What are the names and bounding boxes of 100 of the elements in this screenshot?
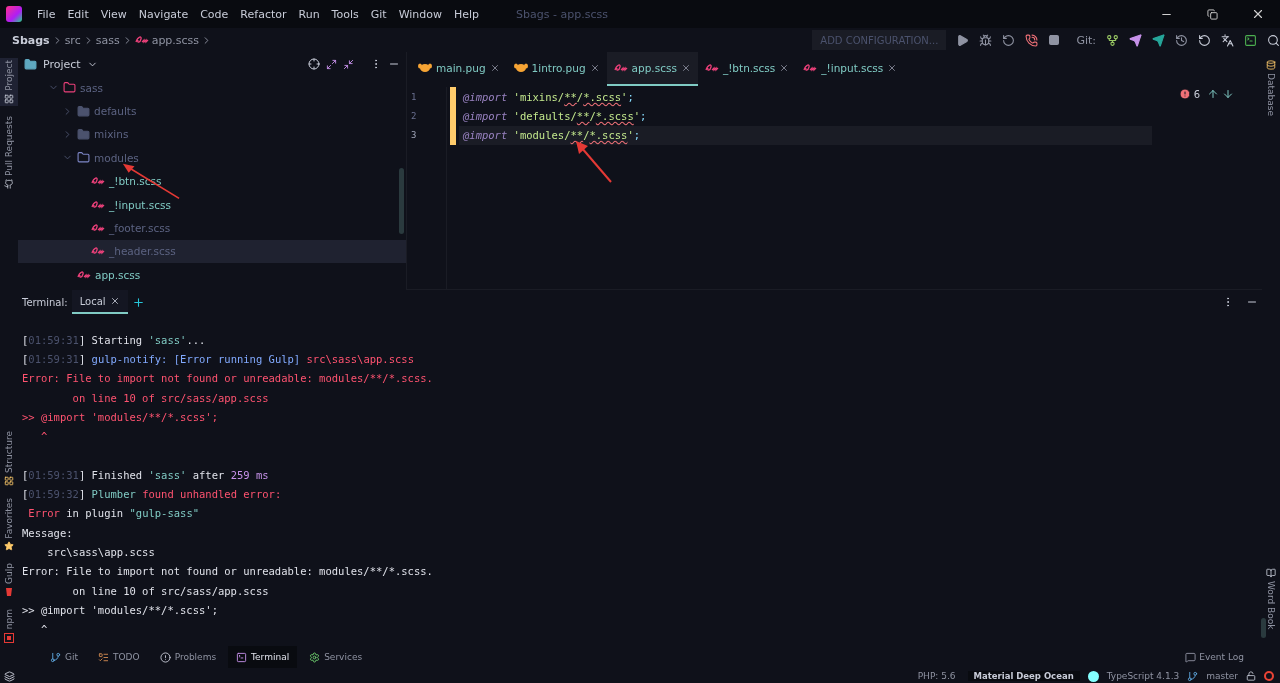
tool-window-button[interactable]: Project (0, 58, 18, 106)
tool-tab[interactable]: Problems (151, 646, 225, 668)
phone-icon[interactable] (1025, 33, 1039, 47)
editor-tab[interactable]: app.scss (606, 52, 698, 86)
event-log-link[interactable]: Event Log (1199, 652, 1244, 662)
menu-item[interactable]: File (32, 7, 61, 21)
code-line: @import 'defaults/**/*.scss'; (462, 108, 648, 124)
menu-item[interactable]: Code (195, 7, 234, 21)
expand-icon[interactable] (326, 58, 337, 70)
close-icon[interactable] (1251, 7, 1265, 21)
session-tab[interactable]: Local (71, 290, 128, 314)
unlock-icon[interactable] (1246, 671, 1256, 681)
terminal-line: src\sass\app.scss (46, 544, 156, 560)
file-name: _header.scss (109, 245, 176, 258)
editor-tab[interactable]: _!input.scss (796, 52, 905, 86)
file-name: modules (94, 151, 139, 164)
send-icon[interactable] (1152, 33, 1165, 47)
sass-icon (134, 35, 149, 45)
gear-icon (309, 651, 321, 663)
error-icon[interactable] (1178, 88, 1191, 100)
breadcrumb[interactable]: sass (95, 33, 120, 47)
menu-item[interactable]: Edit (62, 7, 94, 21)
sass-icon (803, 63, 818, 73)
tool-tab[interactable]: TODO (90, 646, 148, 668)
sass-icon (613, 63, 628, 73)
tool-tab[interactable]: Services (301, 646, 371, 668)
tool-tab[interactable]: Git (42, 646, 86, 668)
file-name: _footer.scss (109, 222, 171, 235)
tool-window-button[interactable]: Database (1262, 58, 1280, 118)
collapse-icon[interactable] (343, 58, 354, 70)
history-icon[interactable] (1175, 33, 1188, 47)
menu-item[interactable]: Refactor (235, 7, 292, 21)
menu-item[interactable]: Window (393, 7, 447, 21)
structure-icon (4, 475, 14, 486)
terminal-icon (236, 651, 248, 663)
down-arrow-icon[interactable] (1222, 88, 1234, 100)
breadcrumb[interactable]: src (64, 33, 81, 47)
menu-item[interactable]: View (95, 7, 132, 21)
typescript-version[interactable]: TypeScript 4.1.3 (1106, 671, 1180, 681)
terminal-icon[interactable] (1244, 33, 1257, 47)
editor-tab[interactable]: 1intro.pug (506, 52, 607, 86)
rollback-icon[interactable] (1198, 33, 1211, 47)
terminal-line: Error in plugin "gulp-sass" (27, 506, 201, 522)
tool-tab[interactable]: Terminal (228, 646, 298, 668)
tool-window-button[interactable]: Structure (0, 428, 18, 488)
scrollbar[interactable] (399, 168, 404, 234)
fork-icon[interactable] (1106, 33, 1119, 47)
tool-window-button[interactable]: Word Book (1262, 565, 1280, 632)
error-count[interactable]: 6 (1193, 88, 1200, 100)
terminal-line: Error: File to import not found or unreadable: modules/**/*.scss. (22, 564, 434, 580)
tool-window-button[interactable]: Pull Requests (0, 113, 18, 191)
tool-window-button[interactable]: Gulp (0, 561, 18, 600)
google-icon (1264, 671, 1274, 681)
npm-icon (4, 632, 14, 643)
cup-icon (5, 587, 13, 598)
close-icon[interactable] (109, 296, 120, 306)
editor-tab[interactable]: main.pug (411, 52, 507, 86)
bug-icon[interactable] (979, 33, 993, 47)
panel-title[interactable]: Project (43, 57, 81, 71)
add-icon[interactable] (131, 295, 145, 309)
menu-item[interactable]: Navigate (133, 7, 194, 21)
editor-tab[interactable]: _!btn.scss (697, 52, 797, 86)
breadcrumb[interactable]: app.scss (151, 33, 200, 47)
menu-item[interactable]: Git (365, 7, 392, 21)
menu-item[interactable]: Tools (326, 7, 364, 21)
send-icon[interactable] (1129, 33, 1142, 47)
tool-window-button[interactable]: npm (0, 607, 18, 645)
line-number: 2 (410, 109, 418, 123)
locate-icon[interactable] (308, 58, 320, 70)
php-version[interactable]: PHP: 5.6 (917, 671, 956, 681)
terminal-line: on line 10 of src/sass/app.scss (71, 390, 270, 406)
code-line: @import 'mixins/**/*.scss'; (462, 89, 635, 105)
branch-name[interactable]: master (1206, 671, 1238, 681)
file-name: mixins (94, 128, 129, 141)
dog-icon (418, 63, 432, 73)
menu-item[interactable]: Help (449, 7, 485, 21)
tool-window-button[interactable]: Favorites (0, 495, 18, 554)
scrollbar[interactable] (1261, 618, 1266, 638)
tree-row[interactable]: app.scss (18, 263, 406, 287)
sass-icon (77, 269, 91, 280)
terminal-line: [01:59:31] gulp-notify: [Error running Gulp] src\sass\app.scss (22, 351, 415, 367)
terminal-line: on line 10 of src/sass/app.scss (71, 583, 270, 599)
dog-icon (513, 63, 528, 73)
run-icon[interactable] (956, 33, 970, 47)
layers-icon[interactable] (4, 670, 15, 682)
branch-icon (50, 651, 61, 663)
file-name: sass (80, 81, 103, 94)
sass-icon (91, 223, 105, 234)
theme-name[interactable]: Material Deep Ocean (967, 671, 1080, 681)
coverage-icon[interactable] (1002, 33, 1016, 47)
tree-row[interactable]: _!input.scss (18, 192, 406, 217)
terminal-line: >> @import 'modules/**/*.scss'; (22, 602, 219, 618)
status-dot (1087, 670, 1099, 682)
translate-icon[interactable] (1221, 33, 1234, 47)
stop-icon[interactable] (1048, 34, 1061, 46)
restore-icon[interactable] (1206, 8, 1218, 20)
up-arrow-icon[interactable] (1207, 88, 1219, 100)
breadcrumb[interactable]: Sbags (12, 33, 50, 47)
menu-item[interactable]: Run (293, 7, 325, 21)
search-icon[interactable] (1267, 33, 1280, 47)
